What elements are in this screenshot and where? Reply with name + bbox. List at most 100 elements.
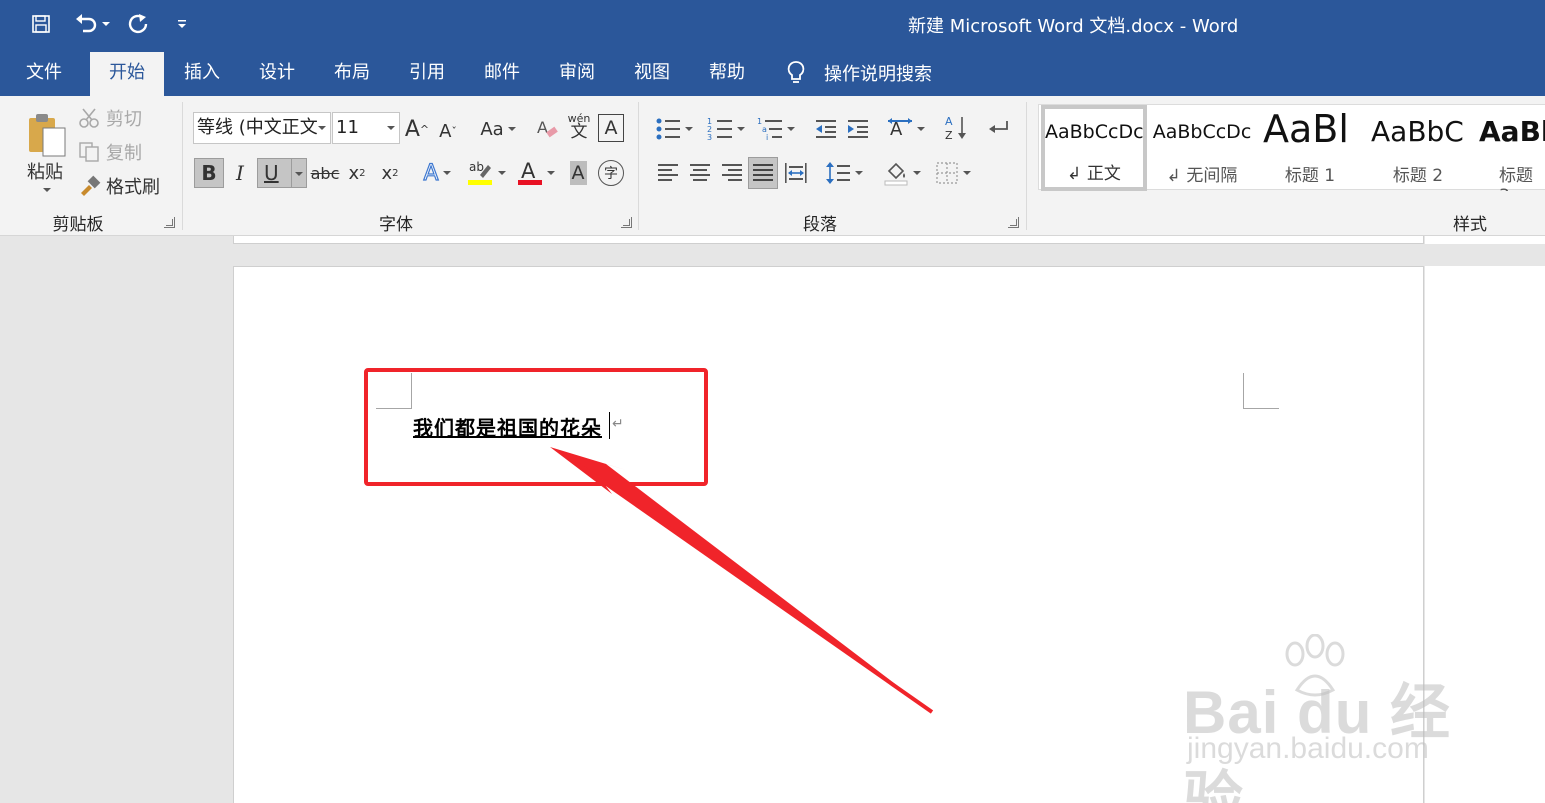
bullets-button[interactable]	[652, 114, 696, 144]
numbering-button[interactable]: 123	[704, 114, 748, 144]
cut-label: 剪切	[106, 109, 142, 130]
increase-indent-button[interactable]	[844, 114, 872, 144]
tab-file[interactable]: 文件	[10, 50, 78, 96]
style-normal[interactable]: AaBbCcDc ↲ 正文	[1041, 105, 1147, 191]
multilevel-list-button[interactable]: 1ai	[754, 114, 798, 144]
font-color-button[interactable]: A	[514, 158, 558, 188]
save-icon[interactable]	[28, 8, 54, 40]
group-separator	[182, 102, 183, 230]
asian-layout-button[interactable]: A	[884, 114, 928, 144]
scissors-icon	[79, 108, 99, 128]
copy-button[interactable]: 复制	[78, 138, 148, 166]
style-sample: AaBl	[1263, 107, 1349, 151]
underline-button[interactable]: U	[257, 158, 307, 188]
change-case-label: Aa	[480, 118, 504, 140]
svg-text:ab: ab	[469, 160, 484, 174]
style-no-spacing[interactable]: AaBbCcDc ↲ 无间隔	[1149, 105, 1255, 191]
redo-icon[interactable]	[124, 8, 152, 40]
clear-formatting-button[interactable]: A	[535, 114, 561, 144]
paste-label: 粘贴	[27, 162, 63, 183]
style-sample: AaBbC	[1371, 115, 1464, 148]
paintbrush-icon	[81, 175, 101, 196]
styles-gallery: AaBbCcDc ↲ 正文 AaBbCcDc ↲ 无间隔 AaBl 标题 1 A…	[1038, 104, 1545, 191]
watermark-url: jingyan.baidu.com	[1187, 732, 1429, 765]
margin-corner-top-right	[1243, 373, 1279, 409]
decrease-indent-button[interactable]	[812, 114, 840, 144]
paint-bucket-icon	[884, 162, 908, 186]
clipboard-group-label: 剪贴板	[52, 215, 104, 235]
align-center-button[interactable]	[686, 158, 714, 188]
svg-text:A: A	[537, 118, 548, 137]
strikethrough-button[interactable]: abc	[311, 158, 340, 188]
paste-button[interactable]: 粘贴	[20, 104, 70, 200]
tab-design[interactable]: 设计	[243, 50, 311, 96]
superscript-button[interactable]: x2	[378, 158, 402, 188]
align-left-button[interactable]	[654, 158, 682, 188]
italic-button[interactable]: I	[228, 158, 252, 188]
multilevel-list-icon: 1ai	[757, 117, 782, 141]
change-case-button[interactable]: Aa	[476, 114, 520, 144]
tab-review[interactable]: 审阅	[543, 50, 611, 96]
sort-button[interactable]: AZ	[942, 112, 970, 144]
style-heading-2[interactable]: AaBbC 标题 2	[1365, 105, 1471, 191]
style-heading-3[interactable]: AaBb 标题 3	[1473, 105, 1545, 191]
bold-button[interactable]: B	[194, 158, 224, 188]
lightbulb-icon	[787, 61, 805, 83]
previous-page-edge	[233, 236, 1424, 244]
tab-view[interactable]: 视图	[618, 50, 686, 96]
clipboard-launcher-icon[interactable]	[164, 217, 175, 228]
show-hide-marks-button[interactable]	[984, 114, 1012, 144]
shrink-font-button[interactable]: Aˇ	[437, 116, 459, 146]
tab-insert[interactable]: 插入	[168, 50, 236, 96]
borders-button[interactable]	[930, 158, 976, 188]
align-center-icon	[690, 164, 710, 181]
format-painter-button[interactable]: 格式刷	[78, 172, 168, 200]
customize-qat-icon[interactable]	[172, 8, 192, 40]
align-left-icon	[658, 164, 678, 181]
paragraph-shading-button[interactable]	[878, 158, 926, 188]
enclose-characters-button[interactable]: 字	[598, 160, 624, 186]
line-spacing-icon	[826, 162, 850, 184]
subscript-button[interactable]: x2	[345, 158, 369, 188]
font-size-combo[interactable]: 11	[332, 112, 400, 144]
style-sample: AaBbCcDc	[1045, 121, 1144, 143]
style-name: 标题 3	[1499, 166, 1533, 191]
undo-icon[interactable]	[72, 8, 112, 40]
character-shading-button[interactable]: A	[566, 158, 590, 188]
font-size-value: 11	[336, 117, 359, 138]
tab-mailings[interactable]: 邮件	[468, 50, 536, 96]
eraser-icon: A	[537, 118, 558, 138]
group-separator	[638, 102, 639, 230]
font-launcher-icon[interactable]	[621, 217, 632, 228]
asian-layout-icon: A	[888, 118, 912, 140]
text-effects-button[interactable]: A	[417, 158, 457, 188]
distributed-button[interactable]	[782, 158, 810, 188]
tab-layout[interactable]: 布局	[318, 50, 386, 96]
character-border-button[interactable]: A	[598, 114, 624, 142]
distributed-icon	[785, 163, 807, 183]
tab-home[interactable]: 开始	[90, 52, 164, 96]
chevron-down-icon	[318, 126, 326, 130]
justify-button[interactable]	[748, 157, 778, 189]
grow-font-button[interactable]: A ^	[405, 114, 429, 144]
watermark: Bai du 经验 jingyan.baidu.com	[1183, 634, 1483, 803]
bullets-icon	[656, 118, 680, 140]
cut-button[interactable]: 剪切	[78, 104, 148, 132]
copy-icon	[79, 142, 99, 162]
ribbon-tabs: 文件 开始 插入 设计 布局 引用 邮件 审阅 视图 帮助 操作说明搜索	[0, 50, 1545, 96]
highlighter-icon: ab	[468, 160, 492, 185]
clipboard-icon	[29, 114, 66, 157]
paragraph-launcher-icon[interactable]	[1008, 217, 1019, 228]
highlight-color-button[interactable]: ab	[463, 158, 509, 188]
align-right-button[interactable]	[718, 158, 746, 188]
tab-references[interactable]: 引用	[393, 50, 461, 96]
tell-me-search[interactable]: 操作说明搜索	[786, 50, 932, 96]
font-group-label: 字体	[379, 215, 413, 235]
font-name-combo[interactable]: 等线 (中文正文	[193, 112, 331, 144]
phonetic-guide-button[interactable]: wén 文	[566, 110, 592, 144]
style-heading-1[interactable]: AaBl 标题 1	[1257, 105, 1363, 191]
sort-icon: AZ	[945, 115, 966, 142]
tab-help[interactable]: 帮助	[693, 50, 761, 96]
line-spacing-button[interactable]	[822, 158, 866, 188]
style-sample: AaBbCcDc	[1152, 121, 1252, 143]
